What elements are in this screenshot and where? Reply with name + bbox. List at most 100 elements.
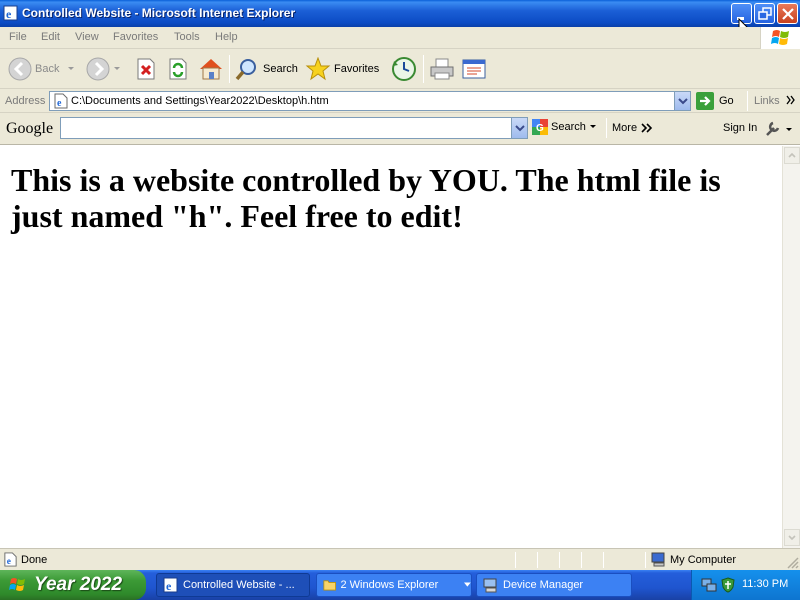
menu-file[interactable]: File — [9, 31, 27, 43]
chevron-down-icon — [589, 125, 596, 128]
stop-icon — [137, 58, 155, 80]
forward-button[interactable] — [86, 53, 124, 85]
address-input[interactable]: e C:\Documents and Settings\Year2022\Des… — [49, 91, 691, 111]
scroll-up-button[interactable] — [784, 147, 800, 164]
go-arrow-icon — [696, 92, 714, 110]
google-search-input[interactable] — [60, 117, 528, 139]
google-separator — [606, 118, 607, 138]
address-dropdown-button[interactable] — [674, 92, 690, 110]
windows-flag-icon — [9, 578, 25, 591]
chevron-up-icon — [788, 152, 796, 158]
page-content: This is a website controlled by YOU. The… — [0, 146, 782, 548]
menu-favorites[interactable]: Favorites — [113, 31, 158, 43]
printer-icon — [430, 58, 454, 80]
security-shield-icon[interactable] — [720, 577, 736, 593]
scroll-down-button[interactable] — [784, 529, 800, 546]
device-manager-icon — [483, 578, 497, 592]
history-button[interactable] — [391, 53, 417, 85]
restore-button[interactable] — [754, 3, 775, 24]
google-search-button[interactable]: G Search — [532, 119, 598, 135]
edit-page-icon — [462, 59, 486, 79]
start-button[interactable]: Year 2022 — [0, 570, 146, 600]
clock: 11:30 PM — [742, 578, 789, 590]
start-label: Year 2022 — [34, 574, 123, 595]
status-separator — [645, 552, 646, 568]
status-separator — [581, 552, 582, 568]
back-arrow-icon — [8, 57, 32, 81]
back-button[interactable]: Back — [8, 53, 78, 85]
edit-button[interactable] — [461, 53, 487, 85]
chevron-right-double-icon — [786, 95, 795, 105]
resize-grip-icon[interactable] — [786, 556, 799, 569]
task-controlled-website[interactable]: e Controlled Website - ... — [156, 573, 310, 597]
google-dropdown-button[interactable] — [511, 118, 527, 138]
links-button[interactable]: Links — [754, 95, 780, 107]
menu-edit[interactable]: Edit — [41, 31, 60, 43]
status-separator — [515, 552, 516, 568]
ie-icon: e — [163, 577, 178, 593]
menu-bar: File Edit View Favorites Tools Help — [0, 27, 800, 49]
svg-text:e: e — [166, 579, 172, 593]
home-button[interactable] — [198, 53, 224, 85]
ie-icon: e — [3, 5, 19, 21]
address-bar: Address e C:\Documents and Settings\Year… — [0, 89, 800, 113]
google-logo[interactable]: Google — [6, 120, 53, 138]
svg-text:e: e — [6, 7, 12, 21]
address-label: Address — [5, 95, 46, 107]
back-label: Back — [35, 63, 60, 75]
title-bar: e Controlled Website - Microsoft Interne… — [0, 0, 800, 27]
task-label: Controlled Website - ... — [183, 579, 295, 591]
chevron-down-icon — [788, 535, 796, 541]
svg-text:e: e — [7, 557, 11, 567]
svg-text:e: e — [57, 98, 62, 109]
menu-view[interactable]: View — [75, 31, 99, 43]
forward-arrow-icon — [86, 57, 110, 81]
chevron-down-icon — [678, 98, 688, 105]
chevron-down-icon — [464, 582, 471, 587]
status-separator — [559, 552, 560, 568]
address-separator — [747, 91, 748, 111]
network-icon[interactable] — [701, 577, 717, 593]
search-label: Search — [263, 63, 298, 75]
address-value: C:\Documents and Settings\Year2022\Deskt… — [71, 95, 329, 107]
close-button[interactable] — [777, 3, 798, 24]
google-more-button[interactable]: More — [612, 122, 637, 134]
standard-toolbar: Back Search Favorites — [0, 49, 800, 89]
chevron-right-double-icon — [641, 123, 653, 133]
toolbar-separator — [423, 55, 424, 83]
go-label: Go — [719, 95, 734, 107]
print-button[interactable] — [429, 53, 455, 85]
vertical-scrollbar[interactable] — [782, 146, 800, 548]
system-tray: 11:30 PM — [691, 570, 800, 600]
windows-logo-icon — [760, 27, 800, 49]
google-signin-button[interactable]: Sign In — [723, 122, 757, 134]
google-search-label: Search — [551, 121, 586, 133]
wrench-icon[interactable] — [764, 120, 794, 138]
home-icon — [200, 59, 222, 80]
task-label: Device Manager — [503, 579, 584, 591]
task-device-manager[interactable]: Device Manager — [476, 573, 632, 597]
folder-icon — [323, 580, 337, 591]
window-title: Controlled Website - Microsoft Internet … — [22, 6, 296, 20]
google-toolbar: Google G Search More Sign In — [0, 113, 800, 145]
task-windows-explorer[interactable]: 2 Windows Explorer — [316, 573, 472, 597]
page-heading: This is a website controlled by YOU. The… — [11, 162, 721, 234]
svg-text:G: G — [536, 123, 544, 134]
refresh-icon — [169, 58, 187, 80]
history-icon — [392, 57, 416, 81]
search-button[interactable]: Search — [234, 53, 298, 85]
status-separator — [603, 552, 604, 568]
chevron-down-icon — [515, 125, 525, 132]
stop-button[interactable] — [135, 53, 157, 85]
status-text: Done — [21, 554, 48, 566]
refresh-button[interactable] — [167, 53, 189, 85]
menu-tools[interactable]: Tools — [174, 31, 200, 43]
security-zone: My Computer — [651, 552, 736, 567]
menu-help[interactable]: Help — [215, 31, 238, 43]
my-computer-icon — [651, 552, 665, 567]
go-button[interactable]: Go — [696, 92, 734, 110]
zone-label: My Computer — [670, 553, 737, 566]
search-icon — [235, 59, 256, 81]
favorites-button[interactable]: Favorites — [305, 53, 379, 85]
page-icon: e — [4, 552, 17, 567]
